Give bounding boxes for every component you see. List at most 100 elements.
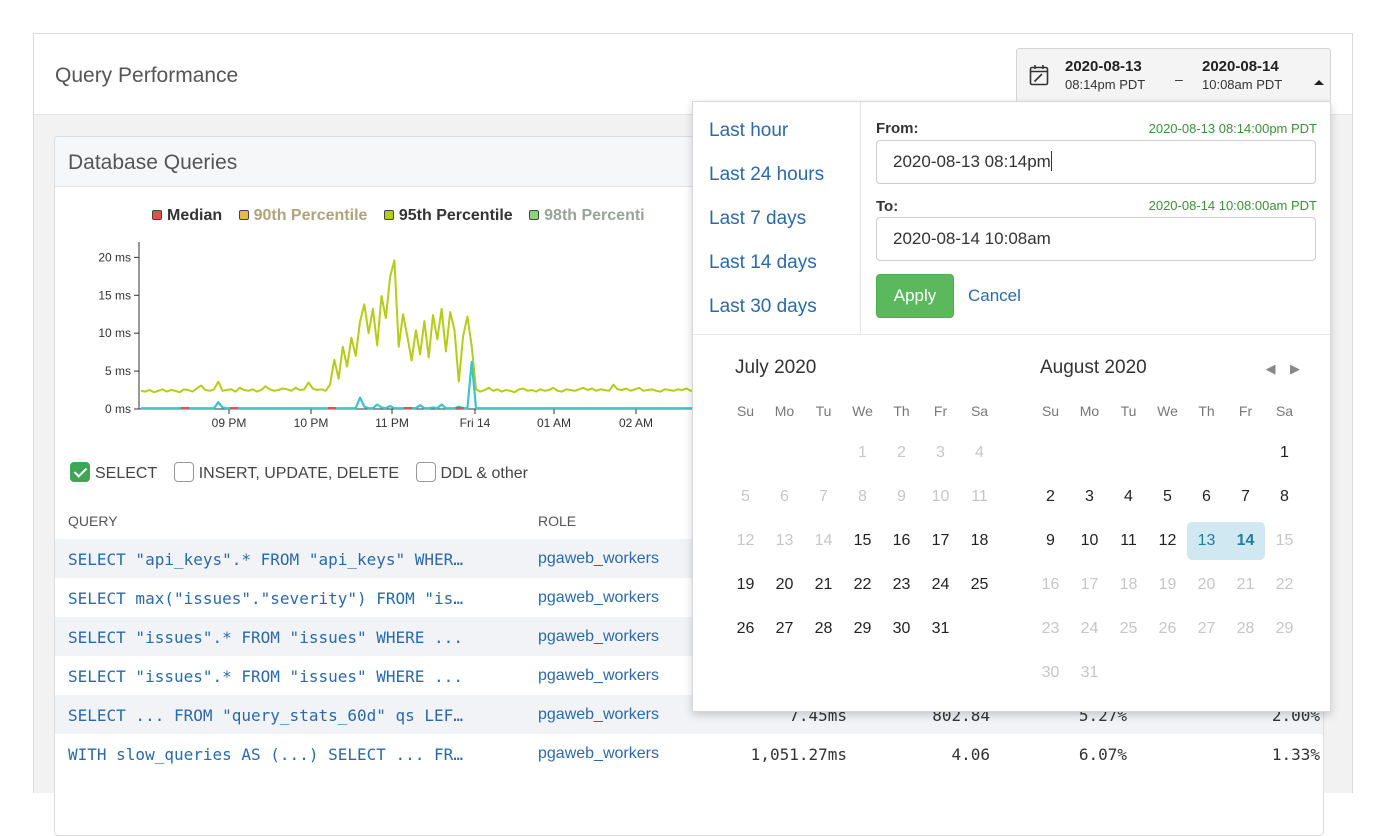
checkbox[interactable] bbox=[415, 462, 436, 482]
legend-item-90th[interactable]: 90th Percentile bbox=[238, 207, 368, 224]
preset-last-24-hours[interactable]: Last 24 hours bbox=[709, 164, 824, 186]
column-header-query[interactable]: QUERY bbox=[68, 513, 118, 529]
calendar-day[interactable]: 5 bbox=[1148, 478, 1187, 516]
calendar-day: 6 bbox=[780, 488, 789, 505]
month-title: July 2020 bbox=[735, 357, 817, 378]
card-title: Database Queries bbox=[68, 151, 238, 174]
weekday-label: Sa bbox=[970, 403, 989, 419]
calendar-day: 21 bbox=[1236, 576, 1255, 593]
weekday-label: Fr bbox=[1238, 403, 1253, 419]
x-tick-label: 11 PM bbox=[375, 416, 409, 430]
apply-button[interactable]: Apply bbox=[876, 274, 954, 318]
calendar-day[interactable]: 2 bbox=[1031, 478, 1070, 516]
legend-label: 98th Percenti bbox=[544, 207, 645, 224]
query-cell[interactable]: SELECT max("issues"."severity") FROM "is… bbox=[68, 589, 463, 608]
calendar-day[interactable]: 28 bbox=[804, 610, 843, 648]
legend-item-median[interactable]: Median bbox=[152, 207, 222, 224]
range-to-time: 10:08am PDT bbox=[1202, 77, 1283, 92]
calendar-day[interactable]: 10 bbox=[1070, 522, 1109, 560]
calendar-day[interactable]: 7 bbox=[1226, 478, 1265, 516]
calendar-day[interactable]: 20 bbox=[765, 566, 804, 604]
from-label: From: bbox=[876, 120, 919, 137]
calendar-day[interactable]: 31 bbox=[921, 610, 960, 648]
calendar-day[interactable]: 1 bbox=[1265, 434, 1304, 472]
calendar-day[interactable]: 27 bbox=[765, 610, 804, 648]
role-cell[interactable]: pgaweb_workers bbox=[538, 706, 659, 724]
pct-io-cell: 6.07% bbox=[1078, 745, 1127, 764]
calendar-day[interactable]: 30 bbox=[882, 610, 921, 648]
filter-ddl-other[interactable]: DDL & other bbox=[415, 462, 528, 483]
query-cell[interactable]: SELECT "issues".* FROM "issues" WHERE ..… bbox=[68, 667, 463, 686]
query-cell[interactable]: SELECT "issues".* FROM "issues" WHERE ..… bbox=[68, 628, 463, 647]
custom-range-form: From: 2020-08-13 08:14:00pm PDT 2020-08-… bbox=[861, 102, 1332, 334]
calendar-day[interactable]: 26 bbox=[726, 610, 765, 648]
calendar-day[interactable]: 17 bbox=[921, 522, 960, 560]
calendar-day: 25 bbox=[1119, 620, 1138, 637]
role-cell[interactable]: pgaweb_workers bbox=[538, 550, 659, 568]
preset-last-hour[interactable]: Last hour bbox=[709, 120, 788, 142]
calendar-day[interactable]: 13 bbox=[1187, 522, 1226, 560]
query-cell[interactable]: SELECT ... FROM "query_stats_60d" qs LEF… bbox=[68, 706, 463, 725]
legend-item-95th[interactable]: 95th Percentile bbox=[383, 207, 513, 224]
role-cell[interactable]: pgaweb_workers bbox=[538, 589, 659, 607]
calendar-day[interactable]: 9 bbox=[1031, 522, 1070, 560]
range-from: 2020-08-13 08:14pm PDT bbox=[1065, 58, 1145, 94]
calendar-day[interactable]: 25 bbox=[960, 566, 999, 604]
preset-last-30-days[interactable]: Last 30 days bbox=[709, 296, 817, 318]
calendar-day: 22 bbox=[1275, 576, 1294, 593]
weekday-label: We bbox=[852, 403, 873, 419]
from-input[interactable]: 2020-08-13 08:14pm bbox=[876, 140, 1316, 184]
calendar-day: 17 bbox=[1080, 576, 1099, 593]
cancel-button[interactable]: Cancel bbox=[968, 286, 1021, 306]
calendar-day[interactable]: 18 bbox=[960, 522, 999, 560]
role-cell[interactable]: pgaweb_workers bbox=[538, 745, 659, 763]
query-cell[interactable]: WITH slow_queries AS (...) SELECT ... FR… bbox=[68, 745, 463, 764]
filter-insert-update-delete[interactable]: INSERT, UPDATE, DELETE bbox=[173, 462, 399, 483]
calendar-day[interactable]: 12 bbox=[1148, 522, 1187, 560]
to-input[interactable]: 2020-08-14 10:08am bbox=[876, 217, 1316, 261]
checkbox[interactable] bbox=[173, 462, 194, 482]
calendar-day[interactable]: 14 bbox=[1226, 522, 1265, 560]
table-row[interactable]: WITH slow_queries AS (...) SELECT ... FR… bbox=[55, 734, 1323, 773]
weekday-label: Su bbox=[1041, 403, 1060, 419]
preset-last-14-days[interactable]: Last 14 days bbox=[709, 252, 817, 274]
preset-list: Last hour Last 24 hours Last 7 days Last… bbox=[693, 102, 861, 334]
filter-select[interactable]: SELECT bbox=[70, 462, 157, 483]
legend-label: Median bbox=[167, 207, 223, 224]
x-tick-label: 10 PM bbox=[294, 416, 329, 430]
checkbox[interactable] bbox=[70, 462, 90, 482]
avg-time-cell: 1,051.27ms bbox=[750, 745, 847, 764]
query-cell[interactable]: SELECT "api_keys".* FROM "api_keys" WHER… bbox=[68, 550, 463, 569]
calendar-day[interactable]: 6 bbox=[1187, 478, 1226, 516]
calendar-day[interactable]: 21 bbox=[804, 566, 843, 604]
y-tick-label: 20 ms bbox=[98, 250, 131, 264]
calendar-day: 24 bbox=[1080, 620, 1099, 637]
calendar-day[interactable]: 11 bbox=[1109, 522, 1148, 560]
legend-label: 90th Percentile bbox=[253, 207, 368, 224]
calendar-day[interactable]: 24 bbox=[921, 566, 960, 604]
role-cell[interactable]: pgaweb_workers bbox=[538, 628, 659, 646]
role-cell[interactable]: pgaweb_workers bbox=[538, 667, 659, 685]
calendar-day[interactable]: 22 bbox=[843, 566, 882, 604]
pct-runtime-cell: 1.33% bbox=[1271, 745, 1320, 764]
calendar-day[interactable]: 4 bbox=[1109, 478, 1148, 516]
calendar-day[interactable]: 29 bbox=[843, 610, 882, 648]
calendar-day[interactable]: 16 bbox=[882, 522, 921, 560]
calendar-day[interactable]: 3 bbox=[1070, 478, 1109, 516]
date-range-toggle[interactable]: 2020-08-13 08:14pm PDT – 2020-08-14 10:0… bbox=[1016, 48, 1331, 102]
weekday-label: We bbox=[1157, 403, 1178, 419]
prev-month-icon[interactable]: ◀ bbox=[1266, 361, 1276, 376]
y-tick-label: 15 ms bbox=[98, 288, 131, 302]
calendar-day[interactable]: 19 bbox=[726, 566, 765, 604]
calendar-nav: ◀ ▶ bbox=[1266, 360, 1300, 378]
calendar-day[interactable]: 23 bbox=[882, 566, 921, 604]
legend-swatch bbox=[238, 210, 249, 220]
column-header-role[interactable]: ROLE bbox=[538, 513, 576, 529]
legend-item-98th[interactable]: 98th Percenti bbox=[529, 207, 645, 224]
next-month-icon[interactable]: ▶ bbox=[1290, 361, 1300, 376]
calendar-day[interactable]: 15 bbox=[843, 522, 882, 560]
calendar-day[interactable]: 8 bbox=[1265, 478, 1304, 516]
calendar-day: 4 bbox=[975, 444, 984, 461]
calendar-day: 2 bbox=[897, 444, 906, 461]
preset-last-7-days[interactable]: Last 7 days bbox=[709, 208, 806, 230]
